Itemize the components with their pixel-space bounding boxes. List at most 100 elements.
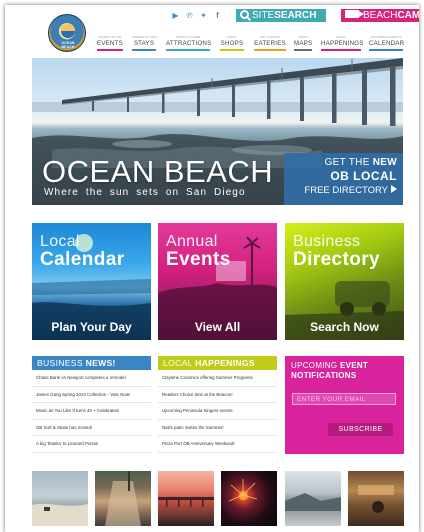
nav-label: STAYS (133, 40, 155, 47)
beach-cam-button[interactable]: BEACHCAM (341, 9, 419, 22)
gallery-thumb-coastline[interactable] (285, 471, 341, 526)
nav-item-shops[interactable]: LOCAL SHOPS (220, 35, 244, 51)
promo-line1: GET THE NEW (284, 157, 397, 168)
nav-underline (220, 49, 244, 51)
list-item[interactable]: Chase Bank on Newport completes a remode… (32, 370, 151, 387)
search-now-link[interactable]: Search Now (285, 320, 404, 334)
pinterest-icon[interactable]: ℗ (185, 11, 194, 20)
social-links: ▶ ℗ ✦ f (171, 11, 222, 20)
promo-line3: FREE DIRECTORY (284, 185, 397, 196)
view-all-link[interactable]: View All (158, 320, 277, 334)
nav-underline (97, 49, 123, 51)
event-notifications-box: UPCOMING EVENT NOTIFICATIONS SUBSCRIBE (285, 356, 404, 454)
promo-line2: OB LOCAL (330, 169, 397, 183)
promo-line1-bold: NEW (372, 157, 397, 168)
nav-underline (254, 49, 286, 51)
notify-heading-bold: EVENT (339, 361, 369, 370)
gallery-thumb-street-fair[interactable] (95, 471, 151, 526)
logo-sun-icon (61, 24, 75, 38)
business-news-header[interactable]: BUSINESS NEWS! (32, 356, 151, 370)
page: OCEAN BEACH ▶ ℗ ✦ f SITESEARCH BEACHCAM … (5, 5, 419, 532)
list-item[interactable]: Pizza Port OB Anniversary Weekend! (158, 436, 277, 453)
panel-title-bold: HAPPENINGS (195, 358, 255, 368)
nav-item-attractions[interactable]: THINGS TO SEE ATTRACTIONS (166, 35, 212, 51)
list-item[interactable]: Claytime Ceramics offering Summer Progra… (158, 370, 277, 387)
nav-label: SHOPS (220, 40, 244, 47)
nav-item-events[interactable]: THINGS TO DO EVENTS (97, 35, 123, 51)
gallery-thumb-farmers-market[interactable] (348, 471, 404, 526)
panel-title-pre: LOCAL (163, 358, 193, 368)
hero-title: OCEAN BEACH (42, 154, 274, 189)
nav-item-maps[interactable]: MAPS MAPS (294, 35, 312, 51)
panel-title-bold: NEWS! (85, 358, 116, 368)
notify-heading-line2: NOTIFICATIONS (291, 371, 357, 380)
beach-cam-emphasis: CAM (397, 10, 419, 21)
nav-item-calendar[interactable]: UPCOMING EVENTS CALENDAR (369, 35, 405, 51)
site-search-emphasis: SEARCH (274, 10, 317, 21)
video-camera-icon (345, 10, 364, 18)
tile-line2: Directory (293, 249, 381, 270)
thumb-photo (285, 493, 341, 511)
hero-tagline: Where the sun sets on San Diego (44, 187, 246, 198)
business-news-list: Chase Bank on Newport completes a remode… (32, 370, 151, 453)
notify-heading-pre: UPCOMING (291, 361, 338, 370)
business-news-panel: BUSINESS NEWS! Chase Bank on Newport com… (32, 356, 151, 453)
thumb-photo (105, 471, 141, 526)
nav-item-happenings[interactable]: LOCAL HAPPENINGS (321, 35, 364, 51)
nav-item-stays[interactable]: WHERE TO STAY STAYS (132, 35, 157, 51)
tile-local-calendar[interactable]: Local Calendar Plan Your Day (32, 223, 151, 340)
twitter-icon[interactable]: ✦ (199, 11, 208, 20)
gallery-thumb-fireworks[interactable] (221, 471, 277, 526)
tile-line2: Calendar (40, 249, 125, 270)
youtube-icon[interactable]: ▶ (171, 11, 180, 20)
site-search-button[interactable]: SITESEARCH (236, 9, 326, 22)
nav-label: EVENTS (97, 40, 123, 47)
list-item[interactable]: Nati's patio invites the Summer! (158, 420, 277, 436)
nav-label: CALENDAR (369, 40, 405, 47)
tile-line2: Events (166, 249, 231, 270)
nav-label: MAPS (294, 40, 313, 47)
gallery-thumb-sunset-pier[interactable] (158, 471, 214, 526)
list-item[interactable]: OB Surf & Skate has moved! (32, 420, 151, 436)
nav-underline (321, 49, 361, 51)
nav-underline (166, 49, 210, 51)
tile-annual-events[interactable]: Annual Events View All (158, 223, 277, 340)
logo-text: OCEAN BEACH (61, 41, 75, 49)
gallery-thumb-beach-dog[interactable] (32, 471, 88, 526)
list-item[interactable]: Upcoming Peninsula Singers events (158, 403, 277, 420)
list-item[interactable]: A big 'thanks' to Leonard Porras (32, 436, 151, 453)
free-directory-promo[interactable]: GET THE NEW OB LOCAL FREE DIRECTORY (284, 153, 403, 205)
thumb-photo (32, 503, 88, 526)
list-item[interactable]: Music as You Like It turns 40 + Celebrat… (32, 403, 151, 420)
list-item[interactable]: James Gang Spring 2013 Collection - Vote… (32, 387, 151, 403)
hero-banner[interactable]: OCEAN BEACH Where the sun sets on San Di… (32, 58, 403, 205)
subscribe-button[interactable]: SUBSCRIBE (328, 423, 393, 436)
search-icon (240, 10, 249, 19)
nav-underline (132, 49, 156, 51)
nav-item-eateries[interactable]: EAT & DRINK EATERIES (254, 35, 286, 51)
promo-line3-text: FREE DIRECTORY (304, 185, 388, 196)
local-happenings-panel: LOCAL HAPPENINGS Claytime Ceramics offer… (158, 356, 277, 453)
plan-your-day-link[interactable]: Plan Your Day (32, 320, 151, 334)
tile-business-directory[interactable]: Business Directory Search Now (285, 223, 404, 340)
nav-underline (369, 49, 403, 51)
list-item[interactable]: Readers Choice time at the Beacon! (158, 387, 277, 403)
nav-underline (294, 49, 312, 51)
site-search-prefix: SITE (252, 10, 275, 21)
promo-line1-pre: GET THE (324, 157, 370, 168)
play-arrow-icon (391, 185, 397, 193)
beach-cam-prefix: BEACH (363, 10, 398, 21)
thumb-photo (158, 497, 214, 507)
thumb-photo (228, 479, 258, 502)
nav-label: HAPPENINGS (321, 40, 364, 47)
email-field[interactable] (292, 393, 396, 405)
thumb-photo (358, 485, 394, 513)
notify-heading-line1: UPCOMING EVENT (291, 361, 398, 370)
site-logo[interactable]: OCEAN BEACH (48, 14, 86, 52)
panel-title-pre: BUSINESS (37, 358, 83, 368)
nav-label: ATTRACTIONS (166, 40, 212, 47)
nav-label: EATERIES (254, 40, 286, 47)
local-happenings-list: Claytime Ceramics offering Summer Progra… (158, 370, 277, 453)
local-happenings-header[interactable]: LOCAL HAPPENINGS (158, 356, 277, 370)
facebook-icon[interactable]: f (213, 11, 222, 20)
